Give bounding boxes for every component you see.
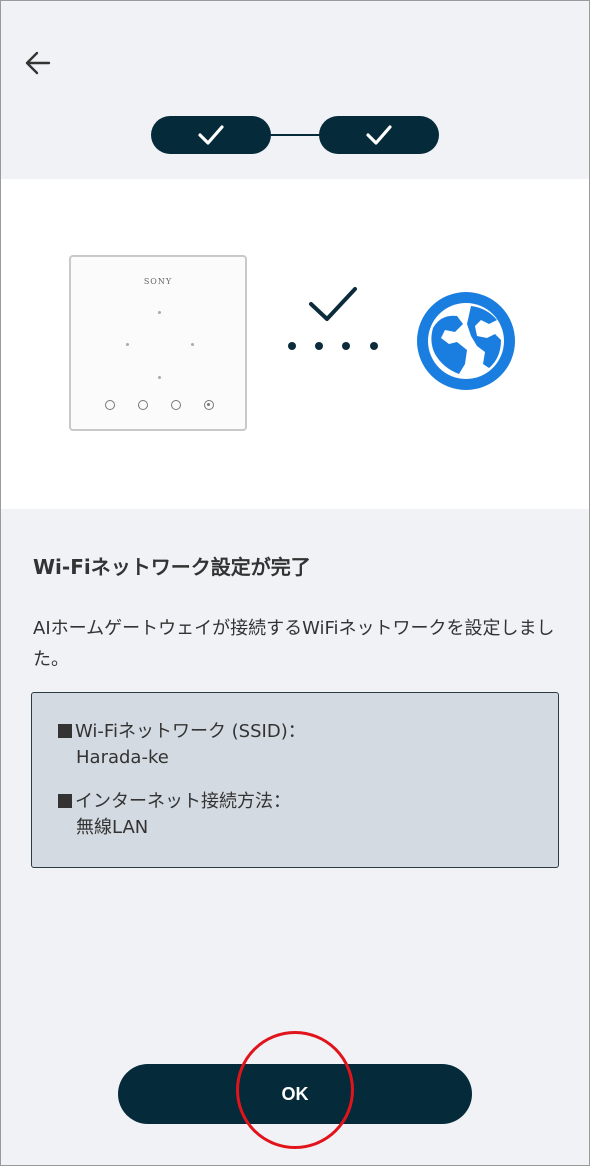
connection-dot [288,342,296,350]
device-led-active [204,400,214,410]
device-dot [191,343,194,346]
connection-dot [315,342,323,350]
step-1-complete [151,116,271,154]
step-connector [269,134,321,136]
info-label: Wi-Fiネットワーク (SSID)： [58,719,558,745]
info-item-connection-method: インターネット接続方法： 無線LAN [58,789,558,841]
connection-illustration: SONY [1,179,589,509]
info-label: インターネット接続方法： [58,789,558,815]
arrow-left-icon [25,51,51,75]
device-brand-label: SONY [143,277,173,286]
progress-stepper [151,116,441,156]
device-dot [158,311,161,314]
device-led [171,400,181,410]
device-led [105,400,115,410]
device-dot [158,376,161,379]
device-dot [126,343,129,346]
ok-button[interactable]: OK [118,1064,472,1124]
network-info-box: Wi-Fiネットワーク (SSID)： Harada-ke インターネット接続方… [31,692,559,868]
info-value: Harada-ke [76,747,169,768]
info-item-ssid: Wi-Fiネットワーク (SSID)： Harada-ke [58,719,558,771]
check-icon [366,125,392,145]
connection-dot [342,342,350,350]
connection-dot [370,342,378,350]
device-led [138,400,148,410]
page-title: Wi-Fiネットワーク設定が完了 [33,555,311,579]
step-2-complete [319,116,439,154]
back-button[interactable] [21,46,55,80]
check-icon [309,287,357,321]
gateway-device-image: SONY [69,255,247,431]
check-icon [198,125,224,145]
globe-icon [417,292,515,390]
info-value: 無線LAN [76,817,149,838]
description-text: AIホームゲートウェイが接続するWiFiネットワークを設定しました。 [33,618,555,670]
